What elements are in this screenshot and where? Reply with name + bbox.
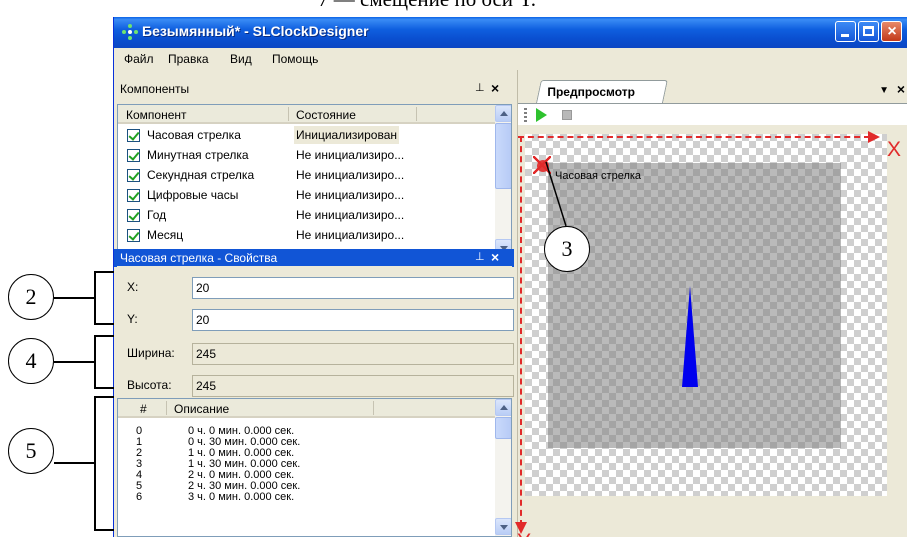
- table-row[interactable]: 31 ч. 30 мин. 0.000 сек.: [118, 459, 496, 470]
- components-panel-header: Компоненты ⊥ ×: [114, 80, 514, 98]
- hand-label: Часовая стрелка: [555, 170, 642, 182]
- bracket-2: [94, 271, 96, 324]
- close-icon[interactable]: ×: [491, 80, 499, 96]
- bracket-5-leader: [54, 462, 94, 464]
- window-title: Безымянный* - SLClockDesigner: [142, 23, 369, 39]
- column-state[interactable]: Состояние: [296, 108, 356, 122]
- table-row[interactable]: 10 ч. 30 мин. 0.000 сек.: [118, 437, 496, 448]
- top-caption: 7 — смещение по оси Y.: [318, 0, 536, 12]
- menu-edit[interactable]: Правка: [168, 52, 209, 66]
- arrow-down-icon: [500, 525, 508, 530]
- bracket-4-bottom: [94, 387, 114, 389]
- y-axis-line: [520, 136, 522, 526]
- anchor-point-marker[interactable]: [533, 156, 551, 174]
- table-row[interactable]: 21 ч. 0 мин. 0.000 сек.: [118, 448, 496, 459]
- arrow-up-icon: [500, 405, 508, 410]
- checkbox[interactable]: [127, 169, 140, 182]
- description-scrollbar[interactable]: [495, 399, 511, 536]
- hour-hand-svg: [682, 286, 698, 387]
- properties-panel-header: Часовая стрелка - Свойства ⊥ ×: [114, 249, 514, 267]
- callout-5: 5: [8, 428, 54, 474]
- bracket-2-bottom: [94, 323, 114, 325]
- y-axis-label: Y: [517, 530, 531, 537]
- hour-hand[interactable]: [682, 286, 698, 387]
- x-axis-label: X: [887, 138, 902, 161]
- x-label: X:: [127, 280, 139, 294]
- column-description[interactable]: Описание: [174, 402, 229, 416]
- menu-view[interactable]: Вид: [230, 52, 252, 66]
- app-icon: [122, 24, 138, 40]
- menu-bar: Файл Правка Вид Помощь: [114, 48, 907, 70]
- scroll-thumb[interactable]: [495, 123, 511, 189]
- callout-2: 2: [8, 274, 54, 320]
- checkbox[interactable]: [127, 149, 140, 162]
- bracket-4-top: [94, 335, 114, 337]
- x-axis-arrow-icon: [868, 131, 880, 143]
- list-item[interactable]: Месяц Не инициализиро...: [118, 225, 496, 245]
- properties-panel-title: Часовая стрелка - Свойства: [120, 251, 278, 265]
- table-row[interactable]: 52 ч. 30 мин. 0.000 сек.: [118, 481, 496, 492]
- bracket-5: [94, 396, 96, 530]
- description-list: # Описание 00 ч. 0 мин. 0.000 сек. 10 ч.…: [117, 398, 512, 537]
- callout-4: 4: [8, 338, 54, 384]
- checkbox[interactable]: [127, 209, 140, 222]
- components-list: Компонент Состояние Часовая стрелка Иниц…: [117, 104, 512, 258]
- components-scrollbar[interactable]: [495, 105, 511, 257]
- maximize-button[interactable]: [858, 21, 879, 42]
- width-label: Ширина:: [127, 346, 175, 360]
- preview-panel: Предпросмотр ▼ × Часовая стрелка X Y: [515, 70, 907, 537]
- menu-file[interactable]: Файл: [124, 52, 154, 66]
- x-axis-line: [518, 136, 870, 138]
- close-icon: ×: [887, 23, 897, 40]
- menu-help[interactable]: Помощь: [272, 52, 318, 66]
- pin-icon[interactable]: ⊥: [475, 81, 485, 94]
- maximize-icon: [863, 26, 874, 36]
- minimize-icon: [841, 34, 849, 37]
- pin-icon[interactable]: ⊥: [475, 250, 485, 263]
- width-field: 245: [192, 343, 514, 365]
- description-list-header: # Описание: [118, 399, 496, 418]
- bracket-4-leader: [54, 361, 94, 363]
- column-number[interactable]: #: [140, 402, 147, 416]
- checkbox[interactable]: [127, 129, 140, 142]
- list-item[interactable]: Часовая стрелка Инициализирован: [118, 125, 496, 145]
- checkbox[interactable]: [127, 189, 140, 202]
- components-panel-title: Компоненты: [120, 82, 190, 96]
- bracket-4: [94, 335, 96, 388]
- table-row[interactable]: 63 ч. 0 мин. 0.000 сек.: [118, 492, 496, 503]
- list-item[interactable]: Секундная стрелка Не инициализиро...: [118, 165, 496, 185]
- table-row[interactable]: 00 ч. 0 мин. 0.000 сек.: [118, 426, 496, 437]
- bracket-2-leader: [54, 297, 94, 299]
- list-item[interactable]: Минутная стрелка Не инициализиро...: [118, 145, 496, 165]
- title-bar[interactable]: Безымянный* - SLClockDesigner ×: [114, 17, 907, 48]
- bracket-5-top: [94, 396, 114, 398]
- scroll-down-button[interactable]: [495, 518, 511, 535]
- x-field[interactable]: 20: [192, 277, 514, 299]
- height-label: Высота:: [127, 378, 172, 392]
- arrow-up-icon: [500, 111, 508, 116]
- scroll-up-button[interactable]: [495, 399, 511, 416]
- app-window: Безымянный* - SLClockDesigner × Файл Пра…: [113, 17, 907, 537]
- components-list-header: Компонент Состояние: [118, 105, 496, 124]
- y-field[interactable]: 20: [192, 309, 514, 331]
- scroll-up-button[interactable]: [495, 105, 511, 122]
- close-button[interactable]: ×: [881, 21, 902, 42]
- y-label: Y:: [127, 312, 138, 326]
- checkbox[interactable]: [127, 229, 140, 242]
- callout-3: 3: [544, 226, 590, 272]
- column-component[interactable]: Компонент: [126, 108, 187, 122]
- bracket-5-bottom: [94, 529, 114, 531]
- scroll-thumb[interactable]: [495, 417, 511, 439]
- list-item[interactable]: Год Не инициализиро...: [118, 205, 496, 225]
- table-row[interactable]: 42 ч. 0 мин. 0.000 сек.: [118, 470, 496, 481]
- height-field: 245: [192, 375, 514, 397]
- close-icon[interactable]: ×: [491, 249, 499, 265]
- bracket-2-top: [94, 271, 114, 273]
- minimize-button[interactable]: [835, 21, 856, 42]
- list-item[interactable]: Цифровые часы Не инициализиро...: [118, 185, 496, 205]
